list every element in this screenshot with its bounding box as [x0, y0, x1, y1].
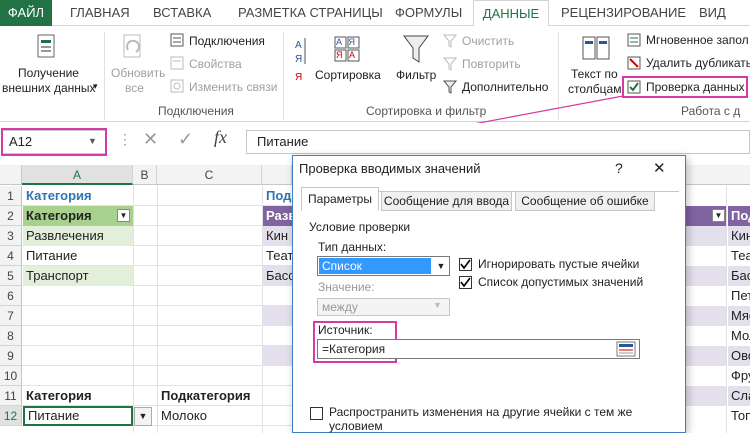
apply-to-all-label: Распространить изменения на другие ячейк… [329, 405, 633, 419]
ignore-blank-label: Игнорировать пустые ячейки [478, 257, 640, 271]
value-label: Значение: [318, 280, 375, 294]
cell-a12[interactable]: Питание [23, 406, 133, 426]
column-header-d[interactable] [262, 165, 292, 185]
table-row-fill [686, 226, 726, 246]
tab-settings[interactable]: Параметры [301, 187, 379, 211]
table-row-fill [263, 306, 293, 326]
table-row-fill [686, 346, 726, 366]
cell-a4[interactable]: Питание [23, 246, 133, 266]
tab-error-alert[interactable]: Сообщение об ошибке [515, 191, 655, 211]
close-button[interactable]: ✕ [653, 159, 666, 177]
source-input[interactable]: =Категория [317, 339, 640, 359]
row-header[interactable]: 4 [0, 246, 22, 266]
row-header[interactable]: 3 [0, 226, 22, 246]
cell-right-hdr[interactable]: Под [728, 206, 750, 226]
help-button[interactable]: ? [615, 160, 623, 176]
column-header-b[interactable]: B [133, 165, 157, 185]
cell-d4[interactable]: Теат [263, 246, 293, 266]
column-header-right[interactable] [686, 165, 750, 185]
more-icon: ⋮ [118, 131, 132, 147]
value-select-text: между [322, 300, 358, 314]
cell-d5[interactable]: Басс [263, 266, 293, 286]
row-header[interactable]: 1 [0, 186, 22, 206]
cell-c11[interactable]: Подкатегория [158, 386, 262, 406]
gridline [726, 185, 727, 433]
select-all-corner[interactable] [0, 165, 22, 185]
in-cell-dropdown-label: Список допустимых значений [478, 275, 644, 289]
data-type-select[interactable]: Список ▼ [317, 256, 450, 276]
cell-right[interactable]: Пет [728, 286, 750, 306]
cell-right[interactable]: Теа [728, 246, 750, 266]
cell-a5[interactable]: Транспорт [23, 266, 133, 286]
column-header-a[interactable]: A [22, 165, 133, 185]
value-select[interactable]: между ▼ [317, 298, 450, 316]
validation-criteria-label: Условие проверки [309, 220, 411, 234]
row-header[interactable]: 11 [0, 386, 22, 406]
filter-dropdown-icon[interactable]: ▼ [712, 209, 725, 222]
cell-right[interactable]: Сла [728, 386, 750, 406]
cell-right[interactable]: Фру [728, 366, 750, 386]
chevron-down-icon: ▼ [433, 300, 442, 310]
cell-d2[interactable]: Разв [263, 206, 293, 226]
row-header[interactable]: 2 [0, 206, 22, 226]
cell-a1[interactable]: Категория [23, 186, 133, 206]
insert-function-icon[interactable]: fx [214, 127, 227, 148]
row-header[interactable]: 5 [0, 266, 22, 286]
tab-input-message[interactable]: Сообщение для ввода [381, 191, 512, 211]
cell-right[interactable]: Кин [728, 226, 750, 246]
cell-a11[interactable]: Категория [23, 386, 133, 406]
table-row-fill [686, 386, 726, 406]
cell-right[interactable]: Мяс [728, 306, 750, 326]
table-row-fill [686, 266, 726, 286]
cell-right[interactable]: Бас [728, 266, 750, 286]
collapse-dialog-icon[interactable] [615, 340, 637, 358]
ignore-blank-checkbox[interactable] [459, 258, 472, 271]
formula-input[interactable]: Питание [246, 130, 750, 154]
in-cell-dropdown-checkbox[interactable] [459, 276, 472, 289]
dialog-title: Проверка вводимых значений [299, 161, 481, 176]
data-type-label: Тип данных: [318, 240, 387, 254]
cell-d1[interactable]: Подк [263, 186, 293, 206]
source-label: Источник: [318, 323, 373, 337]
row-header[interactable]: 8 [0, 326, 22, 346]
column-header-c[interactable]: C [157, 165, 262, 185]
cell-right[interactable]: Ово [728, 346, 750, 366]
cell-c12[interactable]: Молоко [158, 406, 262, 426]
apply-to-all-label2: условием [329, 419, 383, 433]
cell-a3[interactable]: Развлечения [23, 226, 133, 246]
cell-right[interactable]: Мол [728, 326, 750, 346]
table-row-fill [263, 346, 293, 366]
data-type-value: Список [319, 258, 431, 274]
row-header[interactable]: 7 [0, 306, 22, 326]
confirm-icon[interactable]: ✓ [178, 129, 193, 150]
chevron-down-icon: ▼ [436, 261, 446, 271]
row-header[interactable]: 12 [0, 406, 22, 426]
filter-dropdown-icon[interactable]: ▼ [117, 209, 130, 222]
row-header[interactable]: 9 [0, 346, 22, 366]
cell-d3[interactable]: Кин [263, 226, 293, 246]
data-validation-dialog: Проверка вводимых значений ? ✕ Параметры… [292, 155, 686, 433]
cell-right[interactable]: Топ [728, 406, 750, 426]
table-row-fill [686, 306, 726, 326]
apply-to-all-checkbox[interactable] [310, 407, 323, 420]
validation-dropdown-button[interactable]: ▼ [134, 407, 152, 426]
row-header[interactable]: 10 [0, 366, 22, 386]
name-box-highlight [1, 128, 107, 156]
row-header[interactable]: 6 [0, 286, 22, 306]
cancel-icon[interactable]: ✕ [143, 129, 158, 150]
